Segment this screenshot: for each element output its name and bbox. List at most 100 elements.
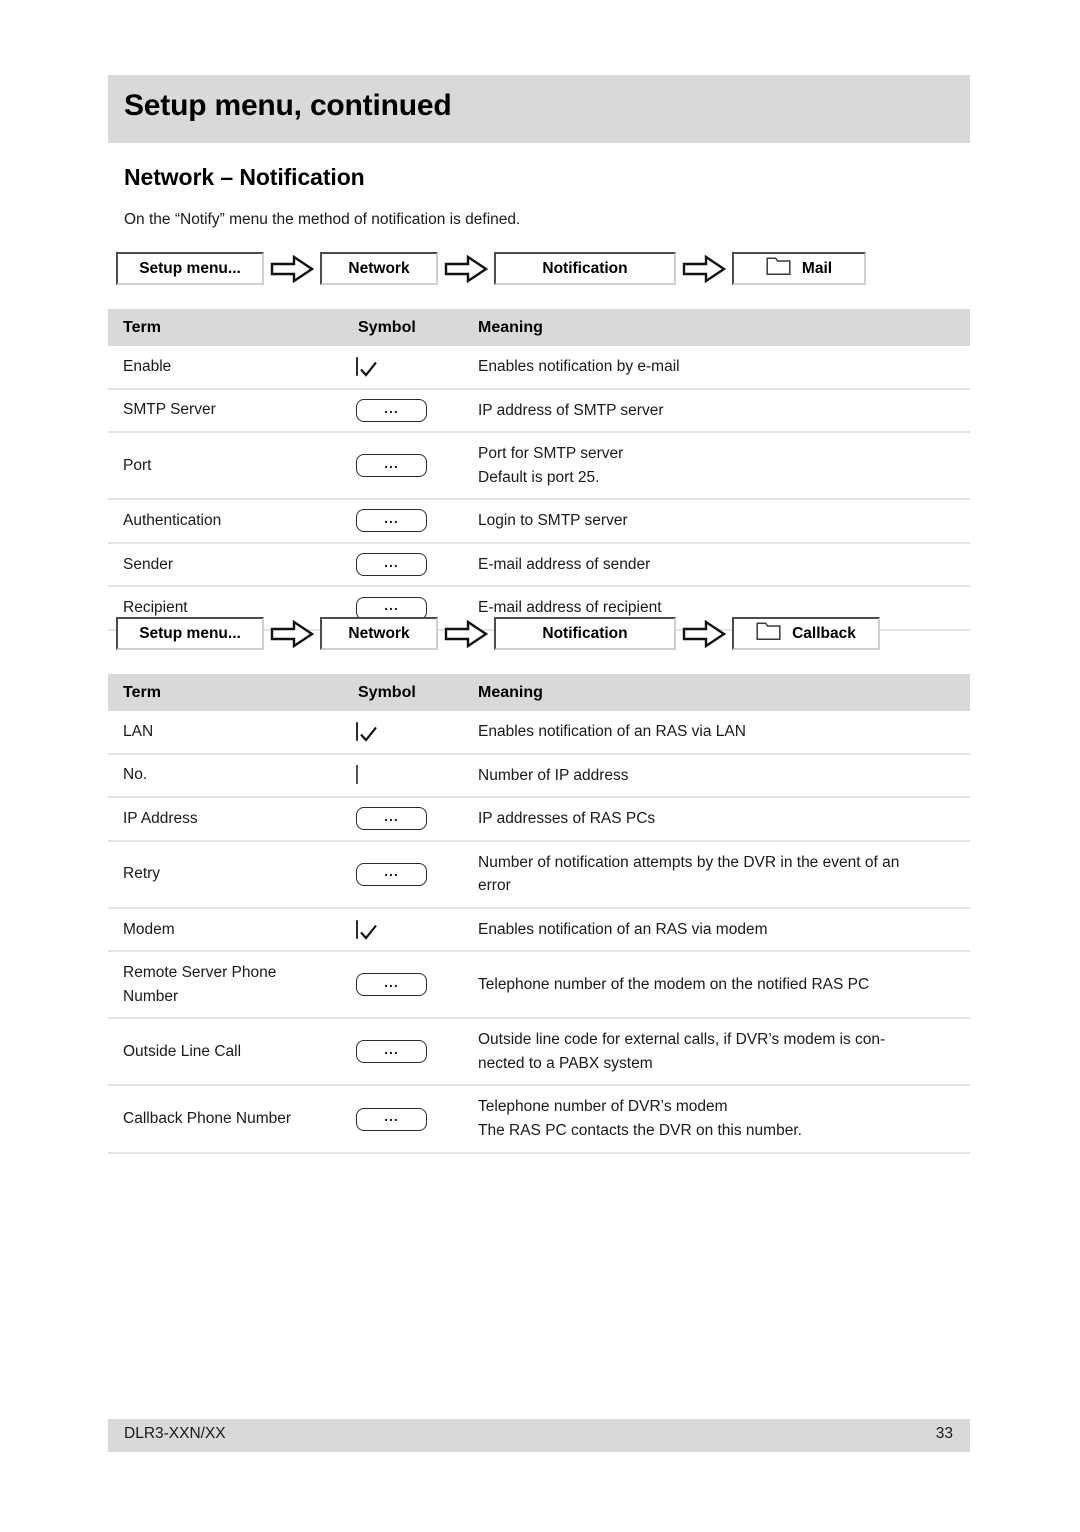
- folder-icon: [766, 256, 791, 281]
- arrow-right-icon: [438, 617, 494, 650]
- folder-icon: [756, 621, 781, 646]
- table-row: No. Number of IP address: [108, 753, 970, 799]
- cell-symbol: ...: [356, 797, 476, 842]
- table-row: Retry ... Number of notification attempt…: [108, 840, 970, 909]
- cell-symbol: ...: [356, 951, 476, 1020]
- term-line: Number: [123, 987, 179, 1005]
- cell-term: Sender: [108, 542, 356, 588]
- ellipsis-button[interactable]: ...: [356, 973, 427, 997]
- table-row: Modem Enables notification of an RAS via…: [108, 907, 970, 953]
- table-row: Enable Enables notification by e-mail: [108, 346, 970, 390]
- meaning-line: Enables notification of an RAS via modem: [478, 920, 768, 938]
- breadcrumb-step-notification[interactable]: Notification: [494, 617, 676, 650]
- breadcrumb-step-label: Notification: [542, 259, 628, 277]
- cell-symbol: [356, 753, 476, 799]
- breadcrumb-step-setup-menu[interactable]: Setup menu...: [116, 252, 264, 285]
- ellipsis-button[interactable]: ...: [356, 509, 427, 533]
- document-page: Setup menu, continued Network – Notifica…: [108, 0, 970, 1532]
- breadcrumb-step-label: Mail: [801, 259, 833, 277]
- cell-meaning: E-mail address of sender: [476, 542, 970, 588]
- arrow-right-icon: [438, 252, 494, 285]
- cell-symbol: ...: [356, 432, 476, 501]
- arrow-right-icon: [264, 252, 320, 285]
- cell-symbol: ...: [356, 388, 476, 434]
- cell-meaning: Number of notification attempts by the D…: [476, 840, 970, 909]
- meaning-line: IP address of SMTP server: [478, 401, 664, 419]
- ellipsis-button[interactable]: ...: [356, 398, 427, 422]
- table-row: Callback Phone Number ... Telephone numb…: [108, 1085, 970, 1154]
- cell-meaning: Port for SMTP server Default is port 25.: [476, 432, 970, 501]
- table-row: Authentication ... Login to SMTP server: [108, 499, 970, 544]
- cell-symbol: [356, 907, 476, 953]
- ellipsis-button[interactable]: ...: [356, 1107, 427, 1131]
- cell-meaning: Enables notification of an RAS via LAN: [476, 711, 970, 755]
- table-header-row: Term Symbol Meaning: [108, 674, 970, 711]
- column-header-symbol: Symbol: [356, 309, 476, 346]
- cell-symbol: ...: [356, 1085, 476, 1154]
- arrow-right-icon: [676, 617, 732, 650]
- breadcrumb-step-label: Network: [348, 624, 410, 642]
- ellipsis-button[interactable]: ...: [356, 1040, 427, 1064]
- checkbox-checked-icon[interactable]: [356, 919, 377, 940]
- callback-settings-table: Term Symbol Meaning LAN Enables notifica…: [108, 674, 970, 1154]
- checkbox-checked-icon[interactable]: [356, 356, 377, 377]
- arrow-right-icon: [264, 617, 320, 650]
- cell-term: Callback Phone Number: [108, 1085, 356, 1154]
- cell-meaning: IP address of SMTP server: [476, 388, 970, 434]
- footer-page-number: 33: [935, 1425, 953, 1442]
- cell-symbol: ...: [356, 840, 476, 909]
- breadcrumb-step-notification[interactable]: Notification: [494, 252, 676, 285]
- arrow-right-icon: [676, 252, 732, 285]
- cell-meaning: Enables notification of an RAS via modem: [476, 907, 970, 953]
- table-header-row: Term Symbol Meaning: [108, 309, 970, 346]
- ellipsis-button[interactable]: ...: [356, 553, 427, 576]
- table-row: IP Address ... IP addresses of RAS PCs: [108, 797, 970, 842]
- meaning-line: Telephone number of the modem on the not…: [478, 976, 870, 994]
- column-header-meaning: Meaning: [476, 674, 970, 711]
- meaning-line: Number of IP address: [478, 766, 629, 784]
- table-row: Port ... Port for SMTP server Default is…: [108, 432, 970, 501]
- section-intro-text: On the “Notify” menu the method of notif…: [124, 211, 521, 228]
- breadcrumb-step-label: Callback: [792, 624, 856, 642]
- running-head-band: Setup menu, continued: [108, 75, 970, 143]
- checkbox-checked-icon[interactable]: [356, 721, 377, 742]
- column-header-term: Term: [108, 674, 356, 711]
- breadcrumb-step-network[interactable]: Network: [320, 252, 438, 285]
- cell-term: No.: [108, 753, 356, 799]
- cell-meaning: IP addresses of RAS PCs: [476, 797, 970, 842]
- blank-field-icon[interactable]: [356, 765, 358, 785]
- cell-term: IP Address: [108, 797, 356, 842]
- cell-meaning: Login to SMTP server: [476, 499, 970, 544]
- cell-term: Retry: [108, 840, 356, 909]
- meaning-line: The RAS PC contacts the DVR on this numb…: [478, 1122, 802, 1140]
- breadcrumb-step-label: Setup menu...: [139, 259, 241, 277]
- breadcrumb-step-network[interactable]: Network: [320, 617, 438, 650]
- table-row: SMTP Server ... IP address of SMTP serve…: [108, 388, 970, 434]
- table-row: LAN Enables notification of an RAS via L…: [108, 711, 970, 755]
- breadcrumb-step-label: Network: [348, 259, 410, 277]
- meaning-line: Enables notification of an RAS via LAN: [478, 723, 746, 740]
- cell-term: Authentication: [108, 499, 356, 544]
- cell-meaning: Telephone number of the modem on the not…: [476, 951, 970, 1020]
- mail-settings-table: Term Symbol Meaning Enable Enables notif…: [108, 309, 970, 631]
- cell-term: Enable: [108, 346, 356, 390]
- ellipsis-button[interactable]: ...: [356, 454, 427, 478]
- table-row: Sender ... E-mail address of sender: [108, 542, 970, 588]
- ellipsis-button[interactable]: ...: [356, 862, 427, 886]
- cell-symbol: [356, 346, 476, 390]
- page-footer-band: DLR3-XXN/XX 33: [108, 1419, 970, 1452]
- column-header-term: Term: [108, 309, 356, 346]
- breadcrumb-step-callback[interactable]: Callback: [732, 617, 880, 650]
- cell-meaning: Enables notification by e-mail: [476, 346, 970, 390]
- ellipsis-button[interactable]: ...: [356, 807, 427, 831]
- meaning-line: Login to SMTP server: [478, 512, 628, 530]
- breadcrumb-step-setup-menu[interactable]: Setup menu...: [116, 617, 264, 650]
- meaning-line: Enables notification by e-mail: [478, 358, 680, 375]
- section-heading: Network – Notification: [124, 164, 365, 190]
- term-line: Remote Server Phone: [123, 964, 277, 982]
- breadcrumb-mail-path: Setup menu... Network Notification Mail: [116, 252, 866, 285]
- table-row: Remote Server Phone Number ... Telephone…: [108, 951, 970, 1020]
- breadcrumb-step-mail[interactable]: Mail: [732, 252, 866, 285]
- cell-meaning: Number of IP address: [476, 753, 970, 799]
- meaning-line: Outside line code for external calls, if…: [478, 1031, 886, 1049]
